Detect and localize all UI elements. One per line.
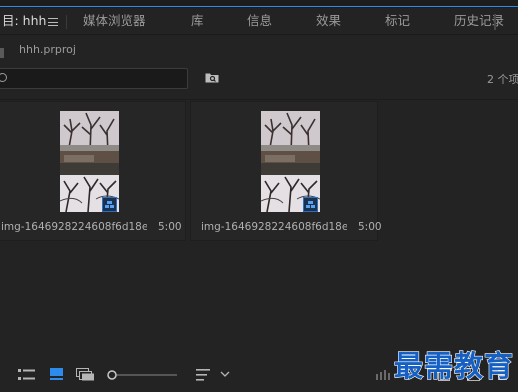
sort-icon[interactable]	[196, 369, 210, 381]
clip-name: img-1646928224608f6d18ea...	[201, 221, 347, 233]
watermark-logo: 最需教育	[393, 348, 515, 383]
tab-info[interactable]: 信息	[247, 8, 272, 34]
tab-project[interactable]: 目: hhh	[2, 8, 46, 34]
clip-card-1[interactable]: img-1646928224608f6d18ea... 5:00	[0, 101, 186, 241]
tab-libraries[interactable]: 库	[191, 8, 204, 34]
tab-overflow-divider	[494, 14, 496, 30]
tab-effects[interactable]: 效果	[316, 8, 341, 34]
content-divider	[0, 99, 518, 100]
clip-type-badge-icon	[303, 197, 318, 212]
search-input[interactable]	[0, 68, 188, 89]
panel-tab-bar: 目: hhh 媒体浏览器 库 信息 效果 标记 历史记录	[0, 8, 518, 35]
icon-view-icon[interactable]	[50, 368, 63, 380]
clip-type-badge-icon	[102, 197, 117, 212]
clip-name: img-1646928224608f6d18ea...	[1, 221, 147, 233]
tab-separator	[66, 15, 67, 29]
hamburger-menu-icon[interactable]	[48, 18, 58, 26]
tab-markers[interactable]: 标记	[385, 8, 410, 34]
automate-to-sequence-icon[interactable]	[376, 370, 392, 380]
project-file-row: hhh.prproj	[0, 40, 518, 62]
project-file-icon	[0, 48, 4, 58]
active-panel-indicator	[0, 6, 518, 7]
tab-media-browser[interactable]: 媒体浏览器	[83, 8, 146, 34]
project-file-name: hhh.prproj	[19, 43, 76, 56]
find-bin-icon[interactable]	[205, 72, 219, 83]
freeform-view-icon[interactable]	[76, 368, 95, 381]
clip-duration: 5:00	[158, 221, 182, 233]
zoom-slider[interactable]	[107, 369, 177, 381]
chevron-down-icon[interactable]	[220, 371, 230, 377]
list-view-icon[interactable]	[18, 369, 35, 380]
tab-history[interactable]: 历史记录	[454, 8, 504, 34]
item-count: 2 个项	[487, 73, 518, 86]
panel-top-border	[0, 0, 518, 8]
clip-duration: 5:00	[358, 221, 382, 233]
clip-card-2[interactable]: img-1646928224608f6d18ea... 5:00	[190, 101, 382, 241]
